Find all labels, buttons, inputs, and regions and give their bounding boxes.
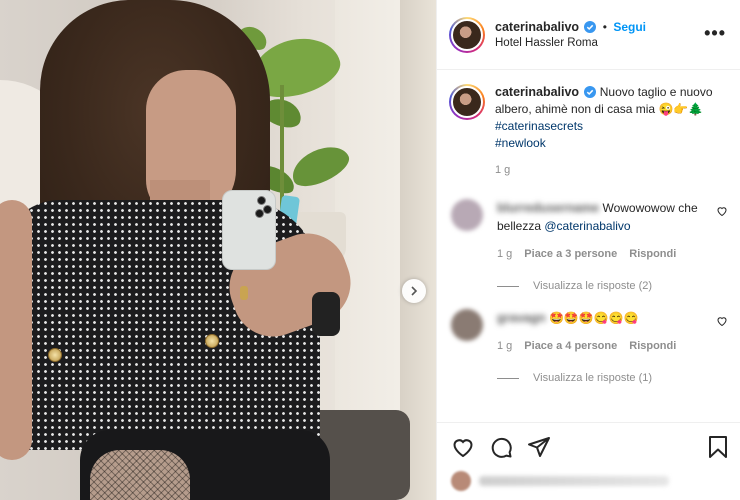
mention-link[interactable]: @caterinabalivo [544, 219, 630, 233]
caption: caterinabalivo Nuovo taglio e nuovo albe… [449, 84, 728, 179]
liked-by-text [479, 476, 669, 486]
action-icons [437, 423, 740, 459]
share-button[interactable] [527, 435, 551, 459]
comment-text: 🤩🤩🤩😋😋😋 [548, 311, 639, 325]
avatar[interactable] [449, 16, 485, 53]
comment-timestamp[interactable]: 1 g [497, 337, 512, 355]
avatar-image [451, 86, 483, 118]
comment-meta: 1 g Piace a 3 persone Rispondi [497, 245, 712, 263]
post-header: caterinabalivo • Segui Hotel Hassler Rom… [437, 0, 740, 70]
comment-likes[interactable]: Piace a 3 persone [524, 245, 617, 263]
like-button[interactable] [451, 435, 475, 459]
comment-icon [491, 437, 512, 458]
liker-avatar [451, 471, 471, 491]
view-replies-button[interactable]: Visualizza le risposte (1) [497, 369, 712, 387]
camera-lens [255, 209, 264, 218]
fishnet-stockings [90, 450, 190, 500]
left-arm [0, 200, 32, 460]
comment: blurredusername Wowowowow che bellezza @… [449, 199, 728, 295]
verified-badge-icon [584, 20, 597, 33]
comment-avatar[interactable] [451, 309, 483, 341]
comment-body: gravagn 🤩🤩🤩😋😋😋 1 g Piace a 4 persone Ris… [497, 309, 712, 387]
heart-icon[interactable] [716, 205, 728, 217]
more-options-icon[interactable]: ••• [704, 24, 726, 42]
heart-icon[interactable] [716, 315, 728, 327]
smartphone [222, 190, 276, 270]
comment-username[interactable]: blurredusername [497, 201, 599, 215]
view-replies-label: Visualizza le risposte (1) [533, 372, 653, 384]
comment: gravagn 🤩🤩🤩😋😋😋 1 g Piace a 4 persone Ris… [449, 309, 728, 387]
location-link[interactable]: Hotel Hassler Roma [495, 35, 646, 51]
paper-plane-icon [528, 437, 550, 457]
follow-button[interactable]: Segui [613, 20, 646, 34]
replies-line [497, 285, 519, 287]
comment-body: blurredusername Wowowowow che bellezza @… [497, 199, 712, 295]
ring [240, 286, 248, 300]
caption-timestamp[interactable]: 1 g [495, 162, 721, 179]
post-photo[interactable] [0, 0, 436, 500]
jacket-button [48, 348, 62, 362]
avatar-image [451, 18, 483, 51]
caption-text-block: caterinabalivo Nuovo taglio e nuovo albe… [495, 84, 721, 179]
caption-avatar[interactable] [449, 84, 485, 120]
comment-avatar[interactable] [451, 199, 483, 231]
username-link[interactable]: caterinabalivo [495, 20, 579, 34]
comments-section: caterinabalivo Nuovo taglio e nuovo albe… [437, 70, 740, 387]
bookmark-icon [709, 436, 727, 458]
comment-likes[interactable]: Piace a 4 persone [524, 337, 617, 355]
reply-button[interactable]: Rispondi [629, 337, 676, 355]
header-text: caterinabalivo • Segui Hotel Hassler Rom… [495, 19, 646, 51]
save-button[interactable] [707, 435, 729, 459]
next-photo-button[interactable] [402, 279, 426, 303]
hashtag-link[interactable]: #caterinasecrets [495, 118, 721, 135]
wristwatch [312, 292, 340, 336]
reply-button[interactable]: Rispondi [629, 245, 676, 263]
actions-bar [437, 422, 740, 500]
view-replies-button[interactable]: Visualizza le risposte (2) [497, 277, 712, 295]
caption-username[interactable]: caterinabalivo [495, 85, 579, 99]
caption-emoji: 😜👉🌲 [658, 102, 704, 116]
chevron-right-icon [411, 286, 418, 296]
liked-by-row[interactable] [437, 459, 740, 491]
comment-username[interactable]: gravagn [497, 311, 546, 325]
comment-button[interactable] [489, 435, 513, 459]
hashtag-link[interactable]: #newlook [495, 135, 721, 152]
instagram-post: caterinabalivo • Segui Hotel Hassler Rom… [0, 0, 740, 500]
jacket-button [205, 334, 219, 348]
post-sidebar: caterinabalivo • Segui Hotel Hassler Rom… [436, 0, 740, 500]
verified-badge-icon [584, 86, 597, 98]
comment-meta: 1 g Piace a 4 persone Rispondi [497, 337, 712, 355]
comment-timestamp[interactable]: 1 g [497, 245, 512, 263]
camera-lens [257, 196, 266, 205]
replies-line [497, 377, 519, 379]
heart-icon [453, 439, 473, 458]
view-replies-label: Visualizza le risposte (2) [533, 280, 653, 292]
separator-dot: • [602, 19, 607, 34]
camera-lens [263, 205, 272, 214]
